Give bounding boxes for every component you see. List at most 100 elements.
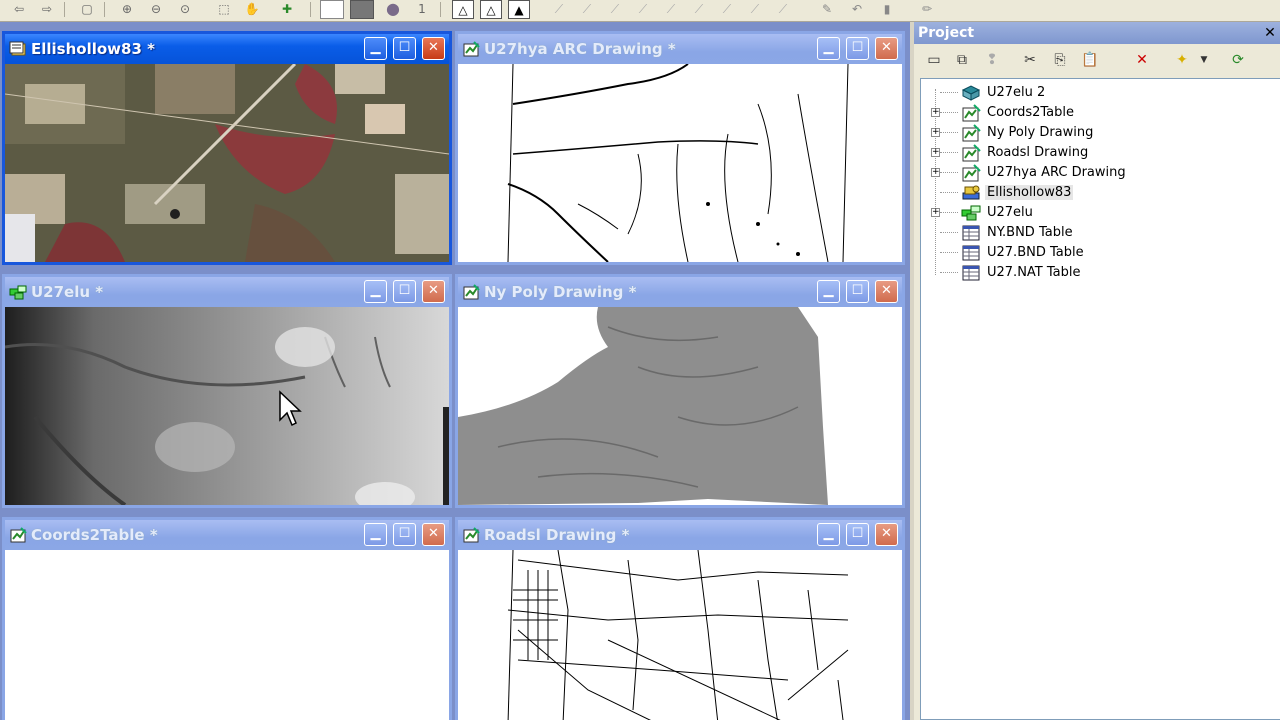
edit-tool-icon[interactable]: ⟋ [660,0,682,19]
tree-item-u27elu-2[interactable]: U27elu 2 [921,83,1280,103]
minimize-button[interactable]: ▁ [364,37,387,60]
line-color-swatch[interactable] [350,0,374,19]
window-coords2table[interactable]: Coords2Table * ▁ ☐ ✕ [2,517,452,720]
window-u27elu[interactable]: U27elu * ▁ ☐ ✕ [2,274,452,508]
window-ny-poly-drawing[interactable]: Ny Poly Drawing * ▁ ☐ ✕ [455,274,905,508]
edit-tool-icon[interactable]: ⟋ [744,0,766,19]
copy-icon[interactable]: ⎘ [1050,51,1070,69]
maximize-button[interactable]: ☐ [846,37,869,60]
edit-tool-icon[interactable]: ⟋ [576,0,598,19]
pan-hand-icon[interactable]: ✋ [241,0,263,19]
minimize-button[interactable]: ▁ [817,523,840,546]
zoom-out-icon[interactable]: ⊖ [145,0,167,19]
tree-item-roadsl-drawing[interactable]: + Roadsl Drawing [921,143,1280,163]
window-titlebar[interactable]: U27elu * ▁ ☐ ✕ [5,277,449,307]
drawing-icon [962,104,981,122]
window-titlebar[interactable]: Roadsl Drawing * ▁ ☐ ✕ [458,520,902,550]
tree-item-u27hya-arc-drawing[interactable]: + U27hya ARC Drawing [921,163,1280,183]
close-button[interactable]: ✕ [422,37,445,60]
drawing-view[interactable] [458,550,902,720]
tool-icon[interactable]: ✎ [816,0,838,19]
window-list-icon[interactable]: ⧉ [952,51,972,69]
minimize-button[interactable]: ▁ [817,37,840,60]
drawing-view[interactable] [5,550,449,720]
open-window-icon[interactable]: ▭ [924,51,944,69]
cut-icon[interactable]: ✂ [1020,51,1040,69]
window-titlebar[interactable]: Ellishollow83 * ▁ ☐ ✕ [5,34,449,64]
close-button[interactable]: ✕ [875,37,898,60]
minimize-button[interactable]: ▁ [364,280,387,303]
minimize-button[interactable]: ▁ [817,280,840,303]
expand-icon[interactable]: + [931,128,940,137]
zoom-extent-icon[interactable]: ⊙ [174,0,196,19]
window-titlebar[interactable]: U27hya ARC Drawing * ▁ ☐ ✕ [458,34,902,64]
expand-icon[interactable]: + [931,108,940,117]
properties-icon[interactable]: ❢ [982,51,1002,69]
tree-item-label: Roadsl Drawing [987,145,1089,160]
select-box-icon[interactable]: ⬚ [213,0,235,19]
forward-arrow-icon[interactable]: ⇨ [36,0,58,19]
maximize-button[interactable]: ☐ [393,523,416,546]
tree-item-ny-poly-drawing[interactable]: + Ny Poly Drawing [921,123,1280,143]
tree-item-ellishollow83[interactable]: Ellishollow83 [921,183,1280,203]
window-ellishollow83[interactable]: Ellishollow83 * ▁ ☐ ✕ [2,31,452,265]
tree-item-u27-bnd-table[interactable]: U27.BND Table [921,243,1280,263]
tree-connector [940,252,958,253]
surface-view[interactable] [5,307,449,505]
edit-tool-icon[interactable]: ⟋ [688,0,710,19]
tree-item-label: NY.BND Table [987,225,1073,240]
expand-icon[interactable]: + [931,208,940,217]
close-button[interactable]: ✕ [875,280,898,303]
zoom-window-icon[interactable]: ▢ [76,0,98,19]
tree-item-ny-bnd-table[interactable]: NY.BND Table [921,223,1280,243]
tree-item-label: Ny Poly Drawing [987,125,1094,140]
edit-tool-icon[interactable]: ⟋ [604,0,626,19]
fill-color-swatch[interactable] [320,0,344,19]
window-u27hya-arc-drawing[interactable]: U27hya ARC Drawing * ▁ ☐ ✕ [455,31,905,265]
close-button[interactable]: ✕ [422,280,445,303]
expand-icon[interactable]: + [931,168,940,177]
delete-icon[interactable]: ✕ [1132,51,1152,69]
triangle-tool-icon[interactable]: △ [452,0,474,19]
maximize-button[interactable]: ☐ [846,523,869,546]
tree-item-u27elu[interactable]: + U27elu [921,203,1280,223]
drawing-icon [962,124,981,142]
undo-icon[interactable]: ↶ [846,0,868,19]
edit-tool-icon[interactable]: ⟋ [632,0,654,19]
window-titlebar[interactable]: Ny Poly Drawing * ▁ ☐ ✕ [458,277,902,307]
zoom-in-icon[interactable]: ⊕ [116,0,138,19]
close-button[interactable]: ✕ [875,523,898,546]
drawing-layer-icon [463,527,480,543]
map-icon [961,85,981,101]
tool-icon[interactable]: ▮ [876,0,898,19]
window-title: Ny Poly Drawing * [484,283,637,301]
close-button[interactable]: ✕ [422,523,445,546]
elevation-hillshade [5,307,449,505]
maximize-button[interactable]: ☐ [846,280,869,303]
chevron-down-icon[interactable]: ▼ [1194,51,1214,69]
drawing-view[interactable] [458,307,902,505]
back-arrow-icon[interactable]: ⇦ [8,0,30,19]
aerial-image-view[interactable] [5,64,449,262]
close-icon[interactable]: ✕ [1262,25,1278,41]
add-component-icon[interactable]: ✚ [276,0,298,19]
maximize-button[interactable]: ☐ [393,280,416,303]
maximize-button[interactable]: ☐ [393,37,416,60]
window-titlebar[interactable]: Coords2Table * ▁ ☐ ✕ [5,520,449,550]
window-roadsl-drawing[interactable]: Roadsl Drawing * ▁ ☐ ✕ [455,517,905,720]
edit-tool-icon[interactable]: ⟋ [716,0,738,19]
triangle-tool-icon[interactable]: △ [480,0,502,19]
edit-tool-icon[interactable]: ⟋ [772,0,794,19]
triangle-tool-icon[interactable]: ▲ [508,0,530,19]
tree-item-coords2table[interactable]: + Coords2Table [921,103,1280,123]
edit-tool-icon[interactable]: ⟋ [548,0,570,19]
drawing-view[interactable] [458,64,902,262]
paste-icon[interactable]: 📋 [1080,51,1100,69]
new-component-icon[interactable]: ✦ [1172,51,1192,69]
minimize-button[interactable]: ▁ [364,523,387,546]
expand-icon[interactable]: + [931,148,940,157]
refresh-icon[interactable]: ⟳ [1228,51,1248,69]
tree-item-u27-nat-table[interactable]: U27.NAT Table [921,263,1280,283]
pencil-icon[interactable]: ✏ [916,0,938,19]
point-style-icon[interactable]: ● [382,0,404,19]
